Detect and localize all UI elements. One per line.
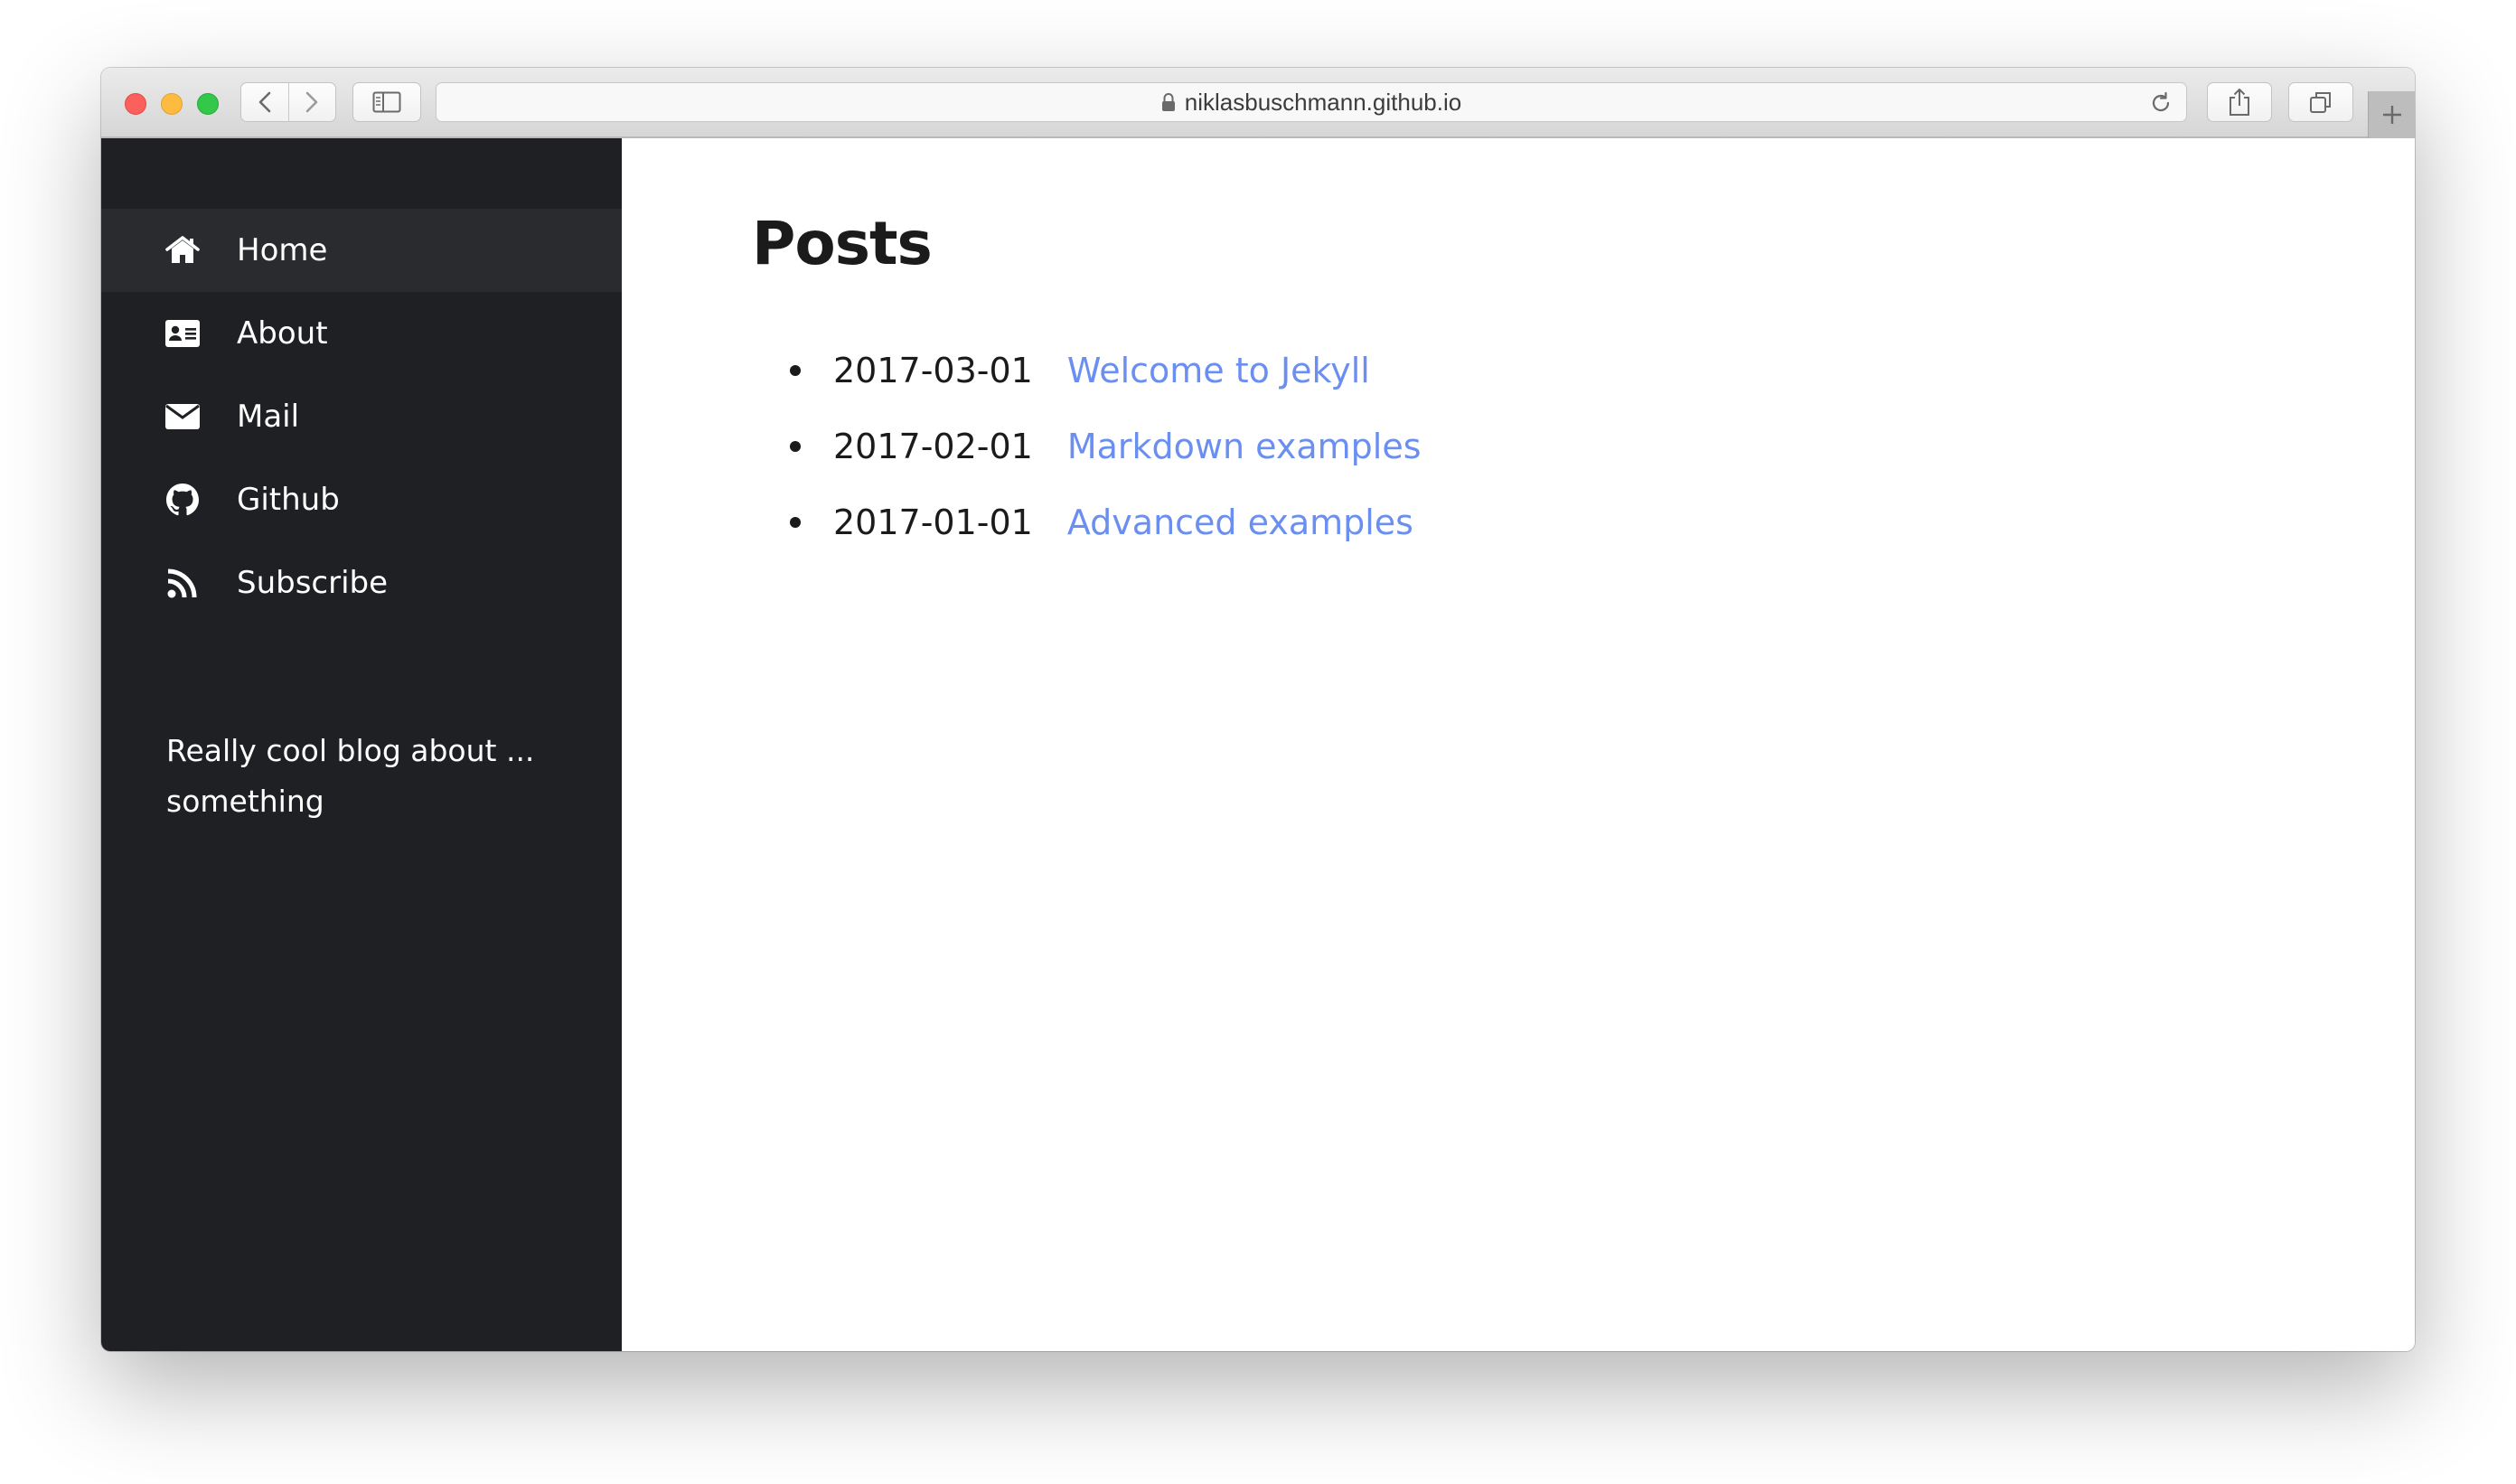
sidebar-item-label: Mail	[237, 399, 300, 435]
github-icon	[164, 482, 201, 518]
plus-icon	[2382, 106, 2401, 124]
post-date: 2017-02-01	[833, 427, 1033, 466]
sidebar-item-label: Subscribe	[237, 565, 389, 601]
minimize-window-button[interactable]	[161, 93, 183, 115]
home-icon	[164, 232, 201, 268]
show-tabs-button[interactable]	[2288, 82, 2353, 122]
post-link[interactable]: Markdown examples	[1067, 427, 1422, 466]
navigation-buttons	[240, 82, 336, 122]
forward-button[interactable]	[287, 83, 335, 121]
post-date: 2017-03-01	[833, 351, 1033, 390]
list-item: 2017-03-01 Welcome to Jekyll	[752, 333, 2415, 409]
maximize-window-button[interactable]	[197, 93, 219, 115]
show-sidebar-button[interactable]	[352, 82, 421, 122]
bullet-icon	[790, 441, 801, 452]
share-icon	[2230, 89, 2249, 116]
sidebar-item-home[interactable]: Home	[101, 209, 622, 292]
sidebar-item-github[interactable]: Github	[101, 458, 622, 541]
main-content: Posts 2017-03-01 Welcome to Jekyll 2017-…	[622, 138, 2415, 1351]
sidebar-item-label: Github	[237, 482, 340, 518]
envelope-icon	[164, 399, 201, 435]
reload-icon[interactable]	[2148, 90, 2173, 116]
chevron-right-icon	[306, 91, 318, 113]
address-bar[interactable]: niklasbuschmann.github.io	[436, 82, 2187, 122]
lock-icon	[1161, 93, 1175, 111]
post-link[interactable]: Advanced examples	[1067, 502, 1413, 542]
tabs-icon	[2310, 92, 2331, 113]
sidebar-item-about[interactable]: About	[101, 292, 622, 375]
post-link[interactable]: Welcome to Jekyll	[1067, 351, 1370, 390]
sidebar-item-label: Home	[237, 232, 328, 268]
bullet-icon	[790, 517, 801, 528]
rss-icon	[164, 565, 201, 601]
sidebar-item-subscribe[interactable]: Subscribe	[101, 541, 622, 625]
share-button[interactable]	[2207, 82, 2272, 122]
close-window-button[interactable]	[125, 93, 146, 115]
page-title: Posts	[752, 209, 933, 278]
back-button[interactable]	[241, 83, 288, 121]
post-list: 2017-03-01 Welcome to Jekyll 2017-02-01 …	[752, 333, 2415, 560]
browser-toolbar: niklasbuschmann.github.io	[101, 68, 2415, 138]
list-item: 2017-02-01 Markdown examples	[752, 409, 2415, 484]
list-item: 2017-01-01 Advanced examples	[752, 484, 2415, 560]
web-page: Home About Mail Github Subscribe Really …	[101, 138, 2415, 1351]
chevron-left-icon	[258, 91, 271, 113]
id-card-icon	[164, 315, 201, 352]
browser-window: niklasbuschmann.github.io Home About Mai…	[101, 68, 2415, 1351]
blog-description: Really cool blog about ... something	[166, 726, 564, 827]
post-date: 2017-01-01	[833, 502, 1033, 542]
sidebar-icon	[372, 91, 401, 113]
sidebar-item-mail[interactable]: Mail	[101, 375, 622, 458]
url-text: niklasbuschmann.github.io	[1184, 88, 1462, 116]
sidebar-item-label: About	[237, 315, 328, 352]
bullet-icon	[790, 365, 801, 376]
blog-description-line: Really cool blog about ...	[166, 733, 535, 768]
sidebar: Home About Mail Github Subscribe Really …	[101, 138, 622, 1351]
new-tab-button[interactable]	[2368, 91, 2415, 138]
url-display: niklasbuschmann.github.io	[1161, 89, 1461, 117]
blog-description-line: something	[166, 784, 324, 819]
